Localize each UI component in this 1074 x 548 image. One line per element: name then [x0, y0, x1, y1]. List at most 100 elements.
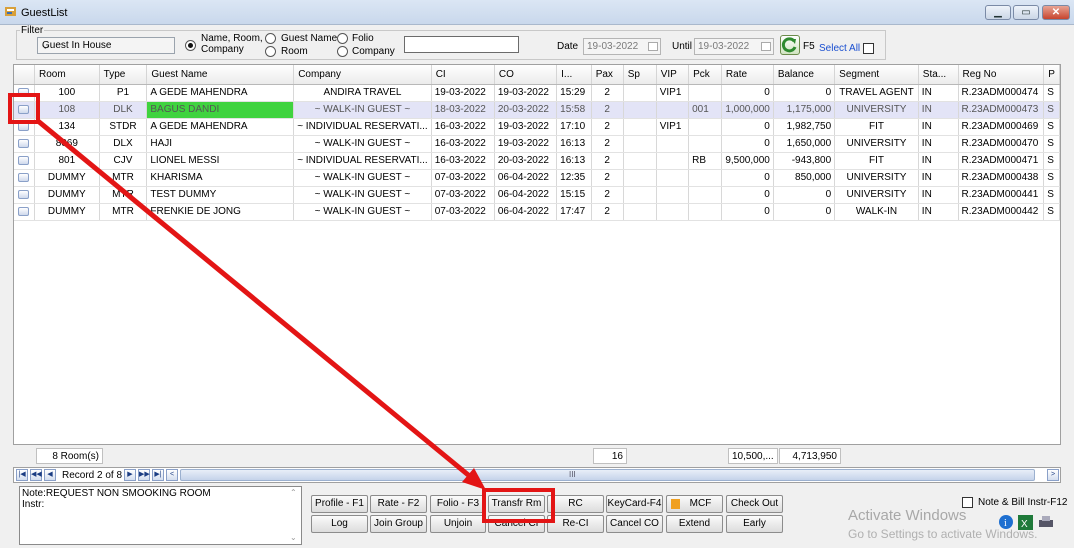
table-row[interactable]: 108 DLK BAGUS DANDI ~ WALK-IN GUEST ~18-03-… — [14, 101, 1060, 119]
mcf-button[interactable]: MCF — [666, 495, 723, 513]
col-header[interactable]: Type — [99, 65, 148, 85]
radio-room[interactable] — [265, 46, 276, 57]
col-header[interactable]: Reg No — [958, 65, 1045, 85]
keycard-button[interactable]: KeyCard-F4 — [606, 495, 663, 513]
radio-company[interactable] — [337, 46, 348, 57]
last-record-button[interactable]: ▶| — [152, 469, 164, 481]
close-button[interactable]: ✕ — [1042, 5, 1070, 20]
select-all-checkbox[interactable] — [863, 43, 874, 54]
table-row[interactable]: 134 STDR A GEDE MAHENDRA ~ INDIVIDUAL RESER… — [14, 118, 1060, 136]
col-header[interactable]: P — [1043, 65, 1060, 85]
maximize-button[interactable]: ▭ — [1013, 5, 1039, 20]
select-all-link[interactable]: Select All — [819, 43, 860, 54]
next-record-button[interactable]: ▶ — [124, 469, 136, 481]
col-header[interactable]: Pck — [688, 65, 722, 85]
note-box[interactable]: Note:REQUEST NON SMOOKING ROOM Instr: — [19, 486, 302, 545]
col-header[interactable]: Guest Name — [146, 65, 295, 85]
join-group-button[interactable]: Join Group — [370, 515, 427, 533]
row-select-cell[interactable] — [14, 118, 35, 136]
scroll-left-button[interactable]: < — [166, 469, 178, 481]
row-select-cell[interactable] — [14, 152, 35, 170]
rc-button[interactable]: RC — [547, 495, 604, 513]
note-scroll-up-icon[interactable]: ⌃ — [290, 488, 297, 497]
calendar-icon[interactable] — [648, 42, 658, 51]
radio-name-room-company[interactable] — [185, 40, 196, 51]
col-header[interactable]: Rate — [721, 65, 774, 85]
col-header[interactable]: Sta... — [918, 65, 959, 85]
table-cell: ~ INDIVIDUAL RESERVATI... — [293, 118, 432, 136]
extend-button[interactable]: Extend — [666, 515, 723, 533]
col-header[interactable]: Pax — [591, 65, 624, 85]
log-button[interactable]: Log — [311, 515, 368, 533]
row-checkbox-icon[interactable] — [18, 189, 30, 199]
col-header[interactable]: CI — [431, 65, 495, 85]
table-cell: IN — [918, 118, 959, 136]
table-cell: R.23ADM000473 — [958, 101, 1045, 119]
col-header[interactable]: Room — [34, 65, 100, 85]
date-field[interactable]: 19-03-2022 — [583, 38, 661, 55]
table-cell — [688, 118, 722, 136]
col-header[interactable]: CO — [494, 65, 558, 85]
note-scroll-down-icon[interactable]: ⌄ — [290, 533, 297, 542]
row-select-cell[interactable] — [14, 135, 35, 153]
refresh-button[interactable] — [780, 35, 800, 55]
cancel-ci-button[interactable]: Cancel CI — [488, 515, 545, 533]
unjoin-button[interactable]: Unjoin — [430, 515, 486, 533]
col-header-select[interactable] — [14, 65, 35, 85]
col-header[interactable]: Balance — [773, 65, 836, 85]
folio-button[interactable]: Folio - F3 — [430, 495, 486, 513]
radio-folio[interactable] — [337, 33, 348, 44]
table-cell: DUMMY — [34, 186, 100, 204]
table-cell: ~ WALK-IN GUEST ~ — [293, 186, 432, 204]
row-select-cell[interactable] — [14, 101, 35, 119]
table-row[interactable]: DUMMY MTR TEST DUMMY ~ WALK-IN GUEST ~07-03… — [14, 186, 1060, 204]
table-row[interactable]: 100 P1 A GEDE MAHENDRA ANDIRA TRAVEL 19-03-2… — [14, 84, 1060, 102]
row-checkbox-icon[interactable] — [18, 155, 30, 165]
horizontal-scrollbar[interactable]: III — [180, 469, 1035, 481]
table-row[interactable]: 8069 DLX HAJI ~ WALK-IN GUEST ~16-03-2022 19… — [14, 135, 1060, 153]
search-input[interactable] — [404, 36, 519, 53]
row-checkbox-icon[interactable] — [18, 206, 30, 216]
next-page-button[interactable]: ▶▶ — [138, 469, 150, 481]
row-checkbox-icon[interactable] — [18, 87, 30, 97]
table-row[interactable]: DUMMY MTR KHARISMA ~ WALK-IN GUEST ~07-03-2… — [14, 169, 1060, 187]
row-select-cell[interactable] — [14, 203, 35, 221]
table-cell: UNIVERSITY — [834, 135, 919, 153]
radio-guest-name[interactable] — [265, 33, 276, 44]
until-field[interactable]: 19-03-2022 — [694, 38, 774, 55]
col-header[interactable]: Company — [293, 65, 432, 85]
row-select-cell[interactable] — [14, 186, 35, 204]
table-cell: 15:15 — [556, 186, 592, 204]
row-select-cell[interactable] — [14, 169, 35, 187]
re-ci-button[interactable]: Re-CI — [547, 515, 604, 533]
row-checkbox-icon[interactable] — [18, 138, 30, 148]
col-header[interactable]: Segment — [834, 65, 919, 85]
row-checkbox-icon[interactable] — [18, 104, 30, 114]
prev-record-button[interactable]: ◀ — [44, 469, 56, 481]
col-header[interactable]: Sp — [623, 65, 657, 85]
minimize-button[interactable]: ▁ — [985, 5, 1011, 20]
row-checkbox-icon[interactable] — [18, 172, 30, 182]
row-select-cell[interactable] — [14, 84, 35, 102]
table-cell: S — [1043, 101, 1060, 119]
col-header[interactable]: VIP — [656, 65, 690, 85]
first-record-button[interactable]: |◀ — [16, 469, 28, 481]
row-checkbox-icon[interactable] — [18, 121, 30, 131]
table-row[interactable]: 801 CJV LIONEL MESSI ~ INDIVIDUAL RESERVATI… — [14, 152, 1060, 170]
rate-button[interactable]: Rate - F2 — [370, 495, 427, 513]
early-button[interactable]: Early — [726, 515, 783, 533]
profile-button[interactable]: Profile - F1 — [311, 495, 368, 513]
table-row[interactable]: DUMMY MTR FRENKIE DE JONG ~ WALK-IN GUEST ~… — [14, 203, 1060, 221]
filter-combo[interactable]: Guest In House ⌵ — [37, 37, 175, 54]
calendar-icon[interactable] — [761, 42, 771, 51]
refresh-icon — [781, 37, 797, 53]
prev-page-button[interactable]: ◀◀ — [30, 469, 42, 481]
scroll-right-button[interactable]: > — [1047, 469, 1059, 481]
table-cell — [656, 135, 690, 153]
col-header[interactable]: I... — [556, 65, 592, 85]
table-cell: 15:58 — [556, 101, 592, 119]
checkout-button[interactable]: Check Out — [726, 495, 783, 513]
balance-total: 4,713,950 — [779, 448, 841, 464]
transfer-room-button[interactable]: Transfr Rm — [488, 495, 545, 513]
cancel-co-button[interactable]: Cancel CO — [606, 515, 663, 533]
